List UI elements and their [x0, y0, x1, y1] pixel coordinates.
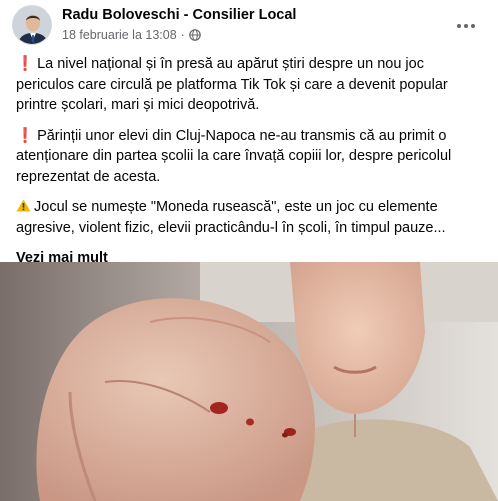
author-avatar[interactable]	[12, 5, 52, 45]
post-paragraph-3: Jocul se numește "Moneda rusească", este…	[16, 197, 486, 238]
globe-icon[interactable]	[189, 29, 201, 41]
warning-icon	[16, 199, 31, 212]
post-meta: 18 februarie la 13:08 ·	[62, 28, 201, 42]
post-paragraph-1: ❗ La nivel național și în presă au apărut…	[16, 54, 486, 116]
meta-separator: ·	[180, 28, 185, 42]
facebook-post: Radu Boloveschi - Consilier Local 18 feb…	[0, 0, 498, 501]
author-name[interactable]: Radu Boloveschi - Consilier Local	[62, 7, 296, 23]
more-options-icon[interactable]	[454, 14, 478, 38]
post-photo	[0, 262, 498, 501]
post-timestamp[interactable]: 18 februarie la 13:08	[62, 28, 177, 42]
paragraph-text: Părinții unor elevi din Cluj-Napoca ne-a…	[16, 127, 452, 185]
post-paragraph-2: ❗ Părinții unor elevi din Cluj-Napoca ne-…	[16, 126, 486, 188]
exclamation-icon: ❗	[16, 127, 35, 144]
paragraph-text: Jocul se numește "Moneda rusească", este…	[16, 199, 446, 236]
paragraph-text: La nivel național și în presă au apărut …	[16, 56, 448, 113]
post-header: Radu Boloveschi - Consilier Local 18 feb…	[0, 0, 498, 52]
exclamation-icon: ❗	[16, 56, 35, 72]
avatar-photo	[13, 6, 51, 44]
post-image[interactable]	[0, 262, 498, 501]
post-text: ❗ La nivel național și în presă au apărut…	[16, 54, 486, 269]
